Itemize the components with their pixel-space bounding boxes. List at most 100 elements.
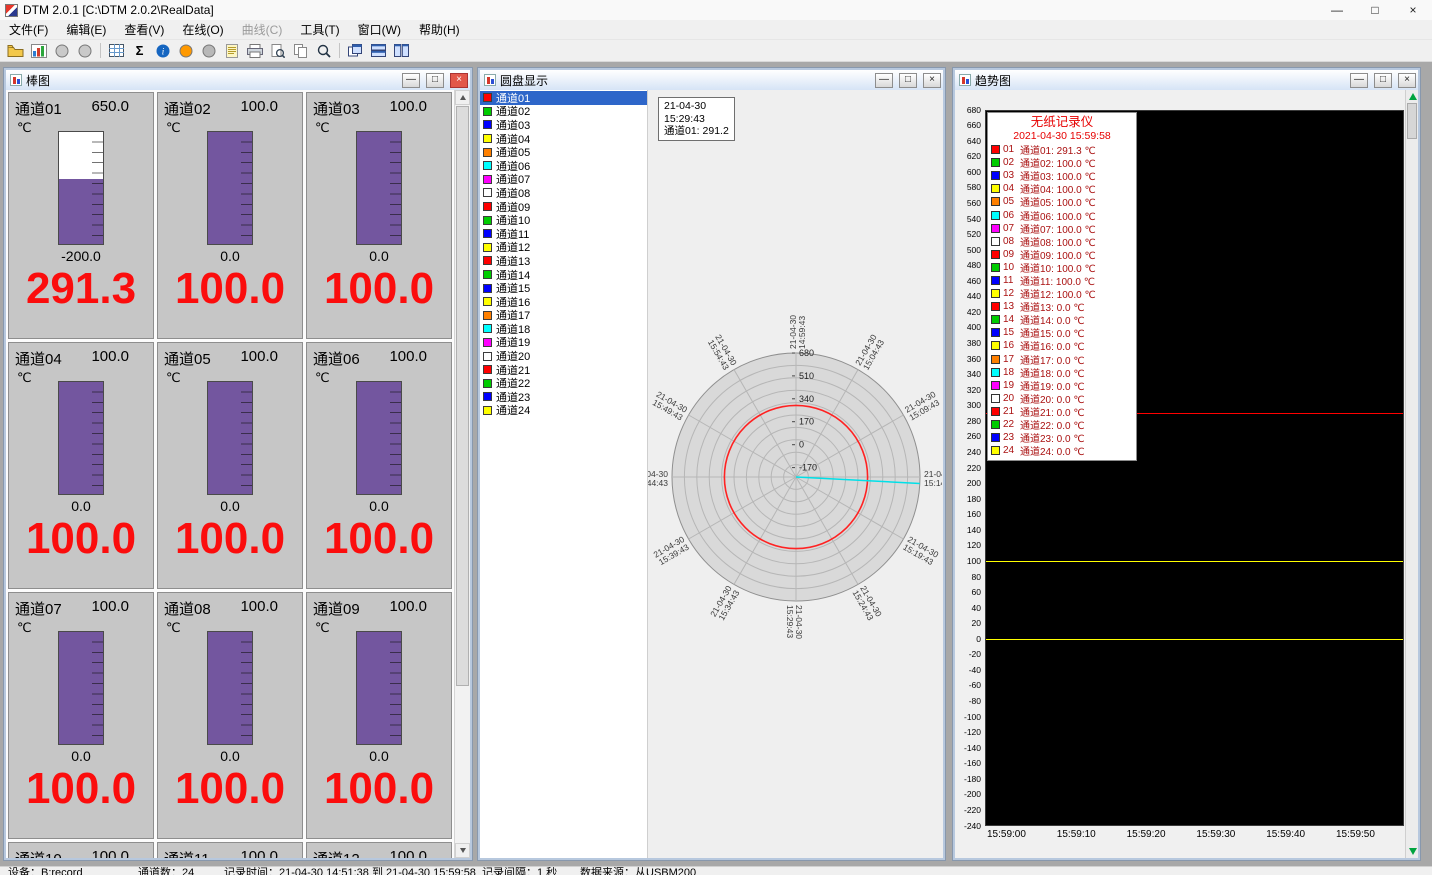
bar-panel-1: 通道01650.0℃-200.0291.3	[8, 92, 154, 339]
bar-scale-max: 100.0	[91, 598, 129, 615]
legend-row-02: 02通道02: 100.0 ℃	[991, 156, 1133, 169]
maximize-button[interactable]: □	[1356, 0, 1394, 20]
legend-channel-number: 12	[1003, 288, 1017, 299]
y-axis-label: 300	[955, 401, 981, 410]
legend-row-21: 21通道21: 0.0 ℃	[991, 405, 1133, 418]
report-page-icon[interactable]	[220, 41, 243, 61]
channel-color-swatch	[483, 148, 492, 157]
menu-item-2[interactable]: 编辑(E)	[57, 19, 115, 40]
data-table-icon[interactable]	[105, 41, 128, 61]
legend-channel-number: 21	[1003, 406, 1017, 417]
minimize-button[interactable]: —	[1318, 0, 1356, 20]
bar-panel-8: 通道08100.0℃0.0100.0	[157, 592, 303, 839]
dial-close-button[interactable]: ×	[923, 73, 941, 88]
bar-panel-5: 通道05100.0℃0.0100.0	[157, 342, 303, 589]
legend-row-08: 08通道08: 100.0 ℃	[991, 235, 1133, 248]
bar-scale-min: 0.0	[307, 248, 451, 264]
trend-scrollbar[interactable]	[1405, 90, 1418, 858]
bar-channel-value: 100.0	[307, 264, 451, 314]
svg-text:21-04-3015:34:43: 21-04-3015:34:43	[708, 584, 742, 623]
legend-color-swatch	[991, 145, 1000, 154]
bar-unit-label: ℃	[166, 370, 181, 386]
y-axis-label: -100	[955, 713, 981, 722]
menu-item-6[interactable]: 工具(T)	[291, 19, 348, 40]
mdi-workspace: 棒图 — □ × 通道01650.0℃-200.0291.3通道02100.0℃…	[0, 62, 1432, 866]
scroll-up-arrow-icon[interactable]	[455, 90, 470, 105]
bar-scale-max: 100.0	[240, 848, 278, 858]
scroll-down-arrow-icon[interactable]	[455, 843, 470, 858]
bar-minimize-button[interactable]: —	[402, 73, 420, 88]
trend-scroll-down-icon[interactable]	[1409, 848, 1417, 855]
cascade-windows-icon[interactable]	[344, 41, 367, 61]
tile-horizontal-icon[interactable]	[367, 41, 390, 61]
dial-tooltip: 21-04-30 15:29:43 通道01: 291.2	[658, 97, 735, 141]
svg-text:0: 0	[799, 440, 804, 450]
menu-item-1[interactable]: 文件(F)	[0, 19, 57, 40]
bar-window-titlebar[interactable]: 棒图 — □ ×	[6, 70, 470, 90]
menu-item-4[interactable]: 在线(O)	[173, 19, 232, 40]
dial-display-window: 圆盘显示 — □ × 通道01通道02通道03通道04通道05通道06通道07通…	[478, 68, 945, 860]
print-icon[interactable]	[243, 41, 266, 61]
y-axis-label: 440	[955, 292, 981, 301]
menu-item-5[interactable]: 曲线(C)	[233, 19, 292, 40]
svg-text:21-04-3015:19:43: 21-04-3015:19:43	[901, 534, 940, 568]
menu-item-8[interactable]: 帮助(H)	[410, 19, 469, 40]
bar-channel-value: 100.0	[158, 264, 302, 314]
bar-close-button[interactable]: ×	[450, 73, 468, 88]
y-axis-label: 520	[955, 230, 981, 239]
menu-item-3[interactable]: 查看(V)	[115, 19, 173, 40]
dial-restore-button[interactable]: □	[899, 73, 917, 88]
open-folder-icon[interactable]	[4, 41, 27, 61]
legend-channel-number: 02	[1003, 157, 1017, 168]
legend-channel-number: 14	[1003, 314, 1017, 325]
y-axis-label: 680	[955, 106, 981, 115]
y-axis-label: -120	[955, 728, 981, 737]
y-axis-label: 140	[955, 526, 981, 535]
ball-disabled-icon[interactable]	[50, 41, 73, 61]
menu-item-7[interactable]: 窗口(W)	[349, 19, 410, 40]
dial-channel-item-24[interactable]: 通道24	[480, 404, 647, 418]
bar-scale-min: 0.0	[307, 498, 451, 514]
copy-icon[interactable]	[289, 41, 312, 61]
bar-window-scrollbar[interactable]	[454, 90, 470, 858]
window-title: DTM 2.0.1 [C:\DTM 2.0.2\RealData]	[23, 3, 214, 17]
bar-channel-name: 通道03	[313, 98, 360, 119]
scrollbar-thumb[interactable]	[456, 106, 469, 686]
y-axis-label: 320	[955, 386, 981, 395]
bar-restore-button[interactable]: □	[426, 73, 444, 88]
bar-channel-name: 通道06	[313, 348, 360, 369]
bar-scale-max: 100.0	[240, 348, 278, 365]
trend-scrollbar-thumb[interactable]	[1407, 103, 1417, 139]
dial-window-content: 通道01通道02通道03通道04通道05通道06通道07通道08通道09通道10…	[480, 90, 943, 858]
info-icon[interactable]: i	[151, 41, 174, 61]
legend-row-13: 13通道13: 0.0 ℃	[991, 300, 1133, 313]
trend-restore-button[interactable]: □	[1374, 73, 1392, 88]
y-axis-label: 660	[955, 121, 981, 130]
trend-window-titlebar[interactable]: 趋势图 — □ ×	[955, 70, 1418, 90]
dial-minimize-button[interactable]: —	[875, 73, 893, 88]
tile-vertical-icon[interactable]	[390, 41, 413, 61]
trend-close-button[interactable]: ×	[1398, 73, 1416, 88]
bar-panel-11: 通道11100.0℃0.0100.0	[157, 842, 303, 858]
y-axis-label: 20	[955, 619, 981, 628]
close-button[interactable]: ×	[1394, 0, 1432, 20]
channel-color-swatch	[483, 93, 492, 102]
statistics-sigma-icon[interactable]: Σ	[128, 41, 151, 61]
y-axis-label: 360	[955, 355, 981, 364]
y-axis-label: 480	[955, 261, 981, 270]
trend-minimize-button[interactable]: —	[1350, 73, 1368, 88]
ball-orange-icon[interactable]	[174, 41, 197, 61]
svg-text:21-04-3015:04:43: 21-04-3015:04:43	[853, 332, 887, 371]
channel-color-swatch	[483, 311, 492, 320]
bar-unit-label: ℃	[166, 620, 181, 636]
print-preview-icon[interactable]	[266, 41, 289, 61]
legend-color-swatch	[991, 328, 1000, 337]
trend-scroll-up-icon[interactable]	[1409, 93, 1417, 100]
bar-channel-value: 100.0	[307, 514, 451, 564]
export-chart-icon[interactable]	[27, 41, 50, 61]
zoom-icon[interactable]	[312, 41, 335, 61]
dial-window-titlebar[interactable]: 圆盘显示 — □ ×	[480, 70, 943, 90]
ball-disabled2-icon[interactable]	[73, 41, 96, 61]
ball-gray-icon[interactable]	[197, 41, 220, 61]
y-axis-label: -220	[955, 806, 981, 815]
